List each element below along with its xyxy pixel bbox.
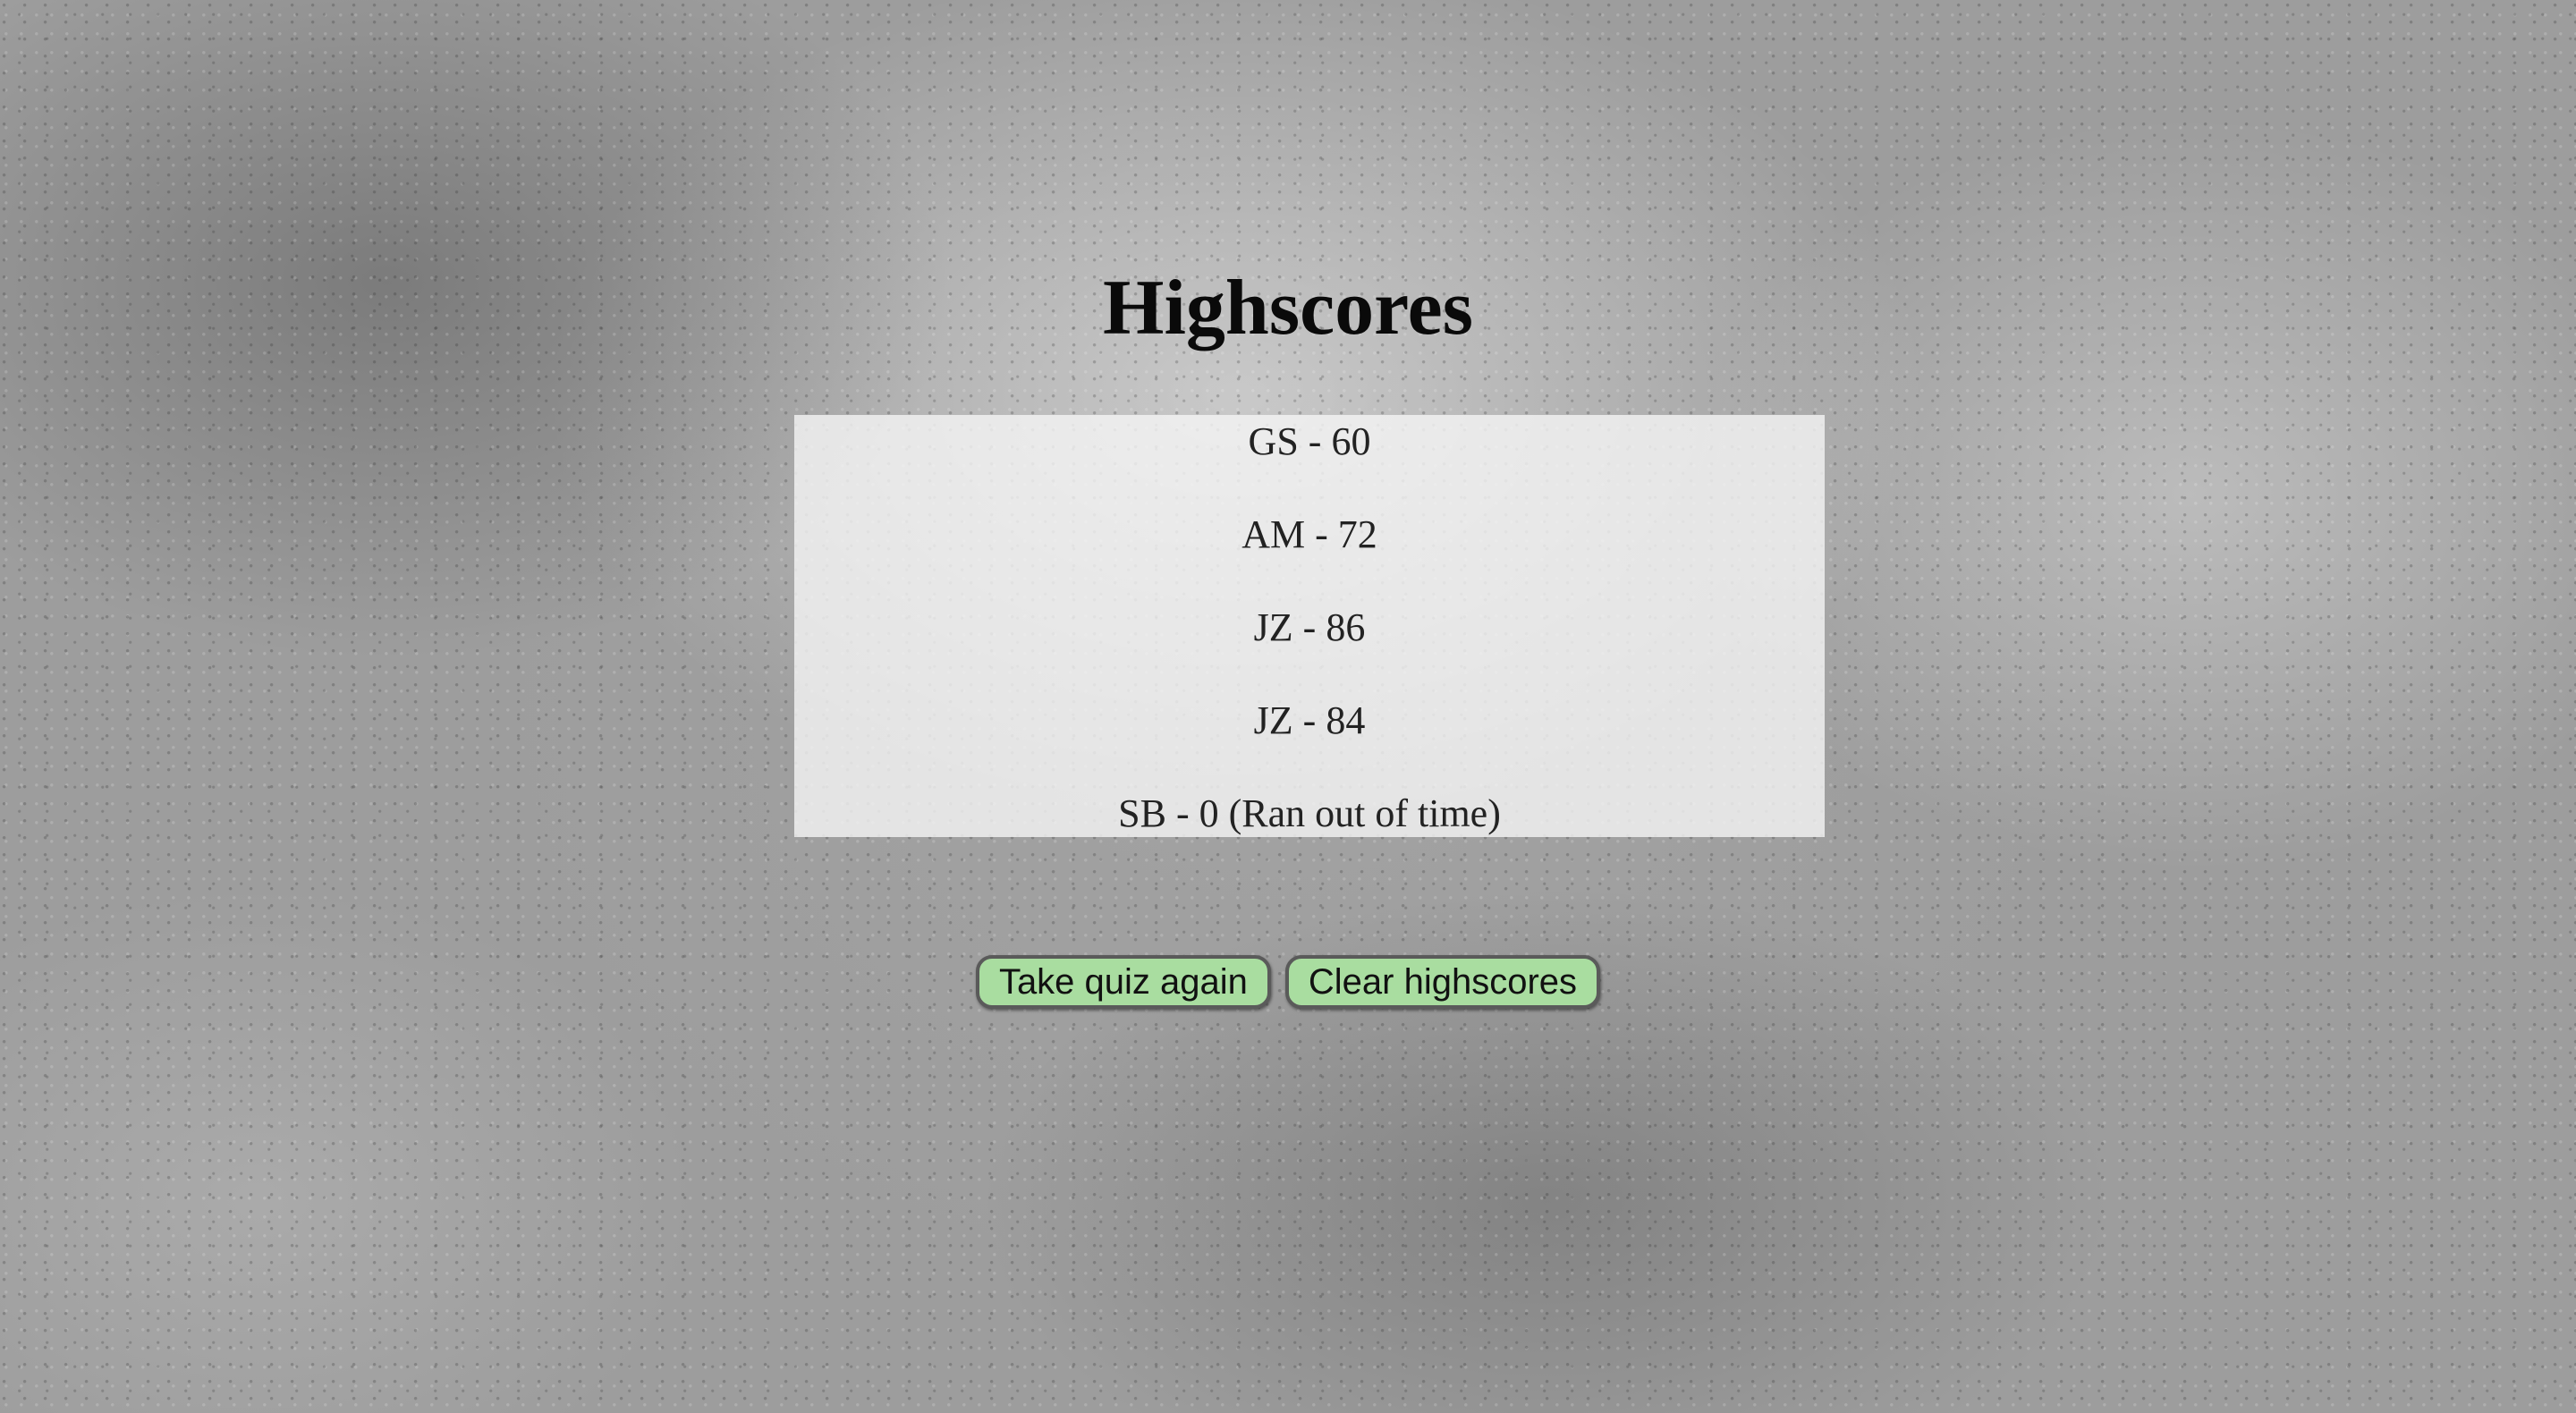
action-buttons: Take quiz again Clear highscores [0, 955, 2576, 1009]
highscore-entry: GS - 60 [1248, 419, 1371, 463]
highscore-entry: JZ - 84 [1253, 698, 1366, 742]
highscore-entry: SB - 0 (Ran out of time) [1118, 791, 1501, 835]
clear-highscores-button[interactable]: Clear highscores [1284, 955, 1601, 1009]
page-title: Highscores [1103, 265, 1473, 351]
take-quiz-again-button[interactable]: Take quiz again [975, 955, 1271, 1009]
highscore-entry: AM - 72 [1241, 512, 1377, 556]
highscore-entry: JZ - 86 [1253, 605, 1366, 649]
highscore-list: GS - 60 AM - 72 JZ - 86 JZ - 84 SB - 0 (… [794, 415, 1825, 837]
highscores-page: { "page": { "title": "Highscores" }, "sc… [0, 0, 2576, 1413]
